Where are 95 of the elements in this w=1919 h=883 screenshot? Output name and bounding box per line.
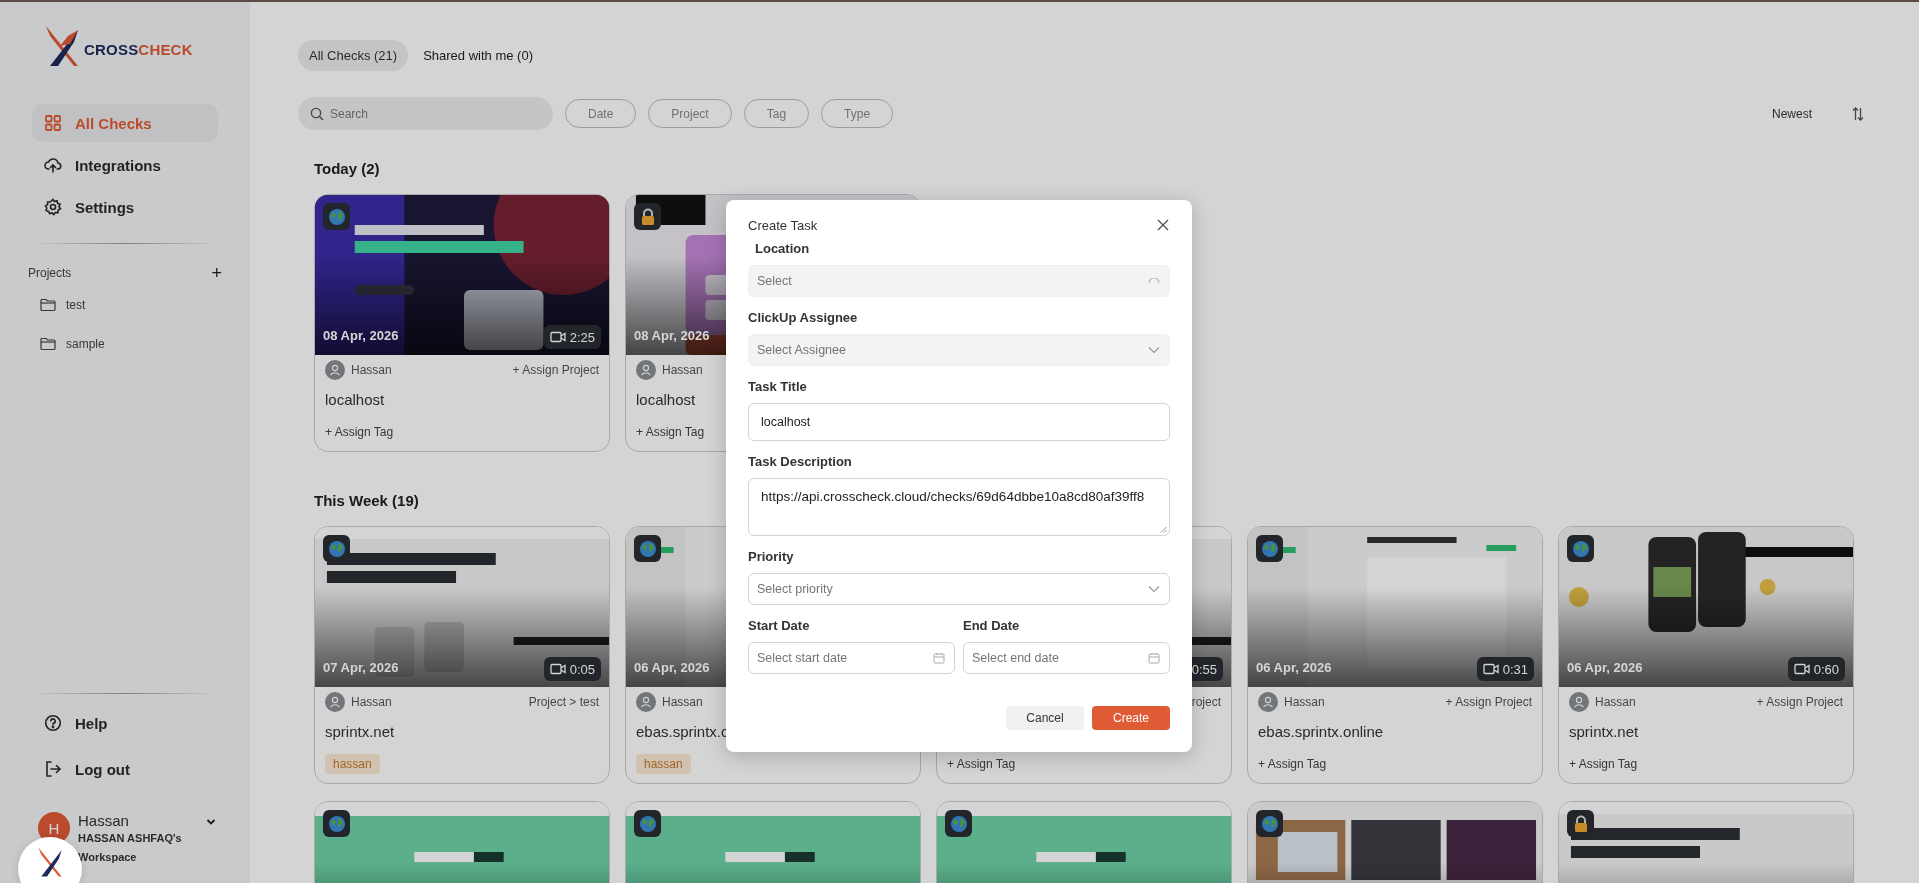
check-date: 06 Apr, 2026 xyxy=(1256,660,1332,675)
check-card[interactable]: 07 Apr, 2026 0:05 Hassan Project > test sprintx.net hassan xyxy=(314,526,610,784)
chevron-icon xyxy=(206,818,216,826)
project-link[interactable]: Project > test xyxy=(528,695,599,709)
calendar-icon xyxy=(933,652,945,664)
assign-tag-link[interactable]: + Assign Tag xyxy=(947,757,1016,771)
description-field[interactable]: https://api.crosscheck.cloud/checks/69d64dbbe10a8cd80af39ff8 xyxy=(748,478,1170,536)
dialog-title: Create Task xyxy=(748,217,818,233)
check-date: 08 Apr, 2026 xyxy=(634,328,710,343)
nav-item[interactable]: Log out xyxy=(32,750,218,788)
author-name: Hassan xyxy=(662,695,703,709)
cloud-upload-icon xyxy=(44,156,62,174)
nav-item[interactable]: Integrations xyxy=(32,146,218,184)
check-title: localhost xyxy=(325,391,386,408)
create-button[interactable]: Create xyxy=(1092,706,1170,730)
user-avatar-icon xyxy=(1258,692,1278,712)
user-name: Hassan xyxy=(78,812,130,829)
logout-icon xyxy=(44,760,62,778)
cancel-button[interactable]: Cancel xyxy=(1006,706,1084,730)
duration-badge: 0:60 xyxy=(1787,657,1845,681)
date-field[interactable]: Select end date xyxy=(963,642,1170,674)
author-name: Hassan xyxy=(351,695,392,709)
check-card[interactable]: 06 Apr, 2026 0:31 Hassan + Assign Project ebas.sprintx.online + Assign Tag xyxy=(1247,526,1543,784)
filter-chip[interactable]: Project xyxy=(648,99,732,128)
resize-grip-icon[interactable] xyxy=(1160,526,1167,533)
nav-item[interactable]: Settings xyxy=(32,188,218,226)
tab[interactable]: All Checks (21) xyxy=(298,40,409,71)
calendar-icon xyxy=(1148,652,1160,664)
field-label: ClickUp Assignee xyxy=(748,310,859,325)
duration-badge: 2:25 xyxy=(543,325,601,349)
date-field[interactable]: Select start date xyxy=(748,642,955,674)
check-title: ebas.sprintx.c xyxy=(636,723,730,740)
author-name: Hassan xyxy=(351,363,392,377)
check-title: ebas.sprintx.online xyxy=(1258,723,1385,740)
section-heading: Projects xyxy=(28,266,72,280)
author-name: Hassan xyxy=(1284,695,1325,709)
sort-dropdown[interactable]: Newest xyxy=(1766,105,1818,122)
folder-icon xyxy=(40,337,56,351)
project-link[interactable]: + Assign Project xyxy=(512,363,599,377)
field-label: End Date xyxy=(963,618,1021,633)
field-label: Priority xyxy=(748,549,795,564)
user-avatar-icon xyxy=(636,360,656,380)
project-link[interactable]: + Assign Project xyxy=(1445,695,1532,709)
user-avatar-icon xyxy=(1569,692,1589,712)
check-card[interactable]: 08 Apr, 2026 2:25 Hassan + Assign Project localhost + Assign Tag xyxy=(314,194,610,452)
check-title: sprintx.net xyxy=(325,723,396,740)
video-icon xyxy=(1482,663,1499,675)
assign-tag-link[interactable]: + Assign Tag xyxy=(1258,757,1327,771)
check-date: 08 Apr, 2026 xyxy=(323,328,399,343)
nav-item[interactable]: Help xyxy=(32,704,218,742)
video-icon xyxy=(1793,663,1810,675)
project-item[interactable]: sample xyxy=(32,329,218,359)
field-label: Start Date xyxy=(748,618,811,633)
video-icon xyxy=(549,663,566,675)
check-date: 06 Apr, 2026 xyxy=(634,660,710,675)
sort-icon[interactable] xyxy=(1852,106,1864,121)
check-card[interactable]: 06 Apr, 2026 0:60 Hassan + Assign Project sprintx.net + Assign Tag xyxy=(1558,526,1854,784)
filter-chip[interactable]: Type xyxy=(821,99,894,128)
tab[interactable]: Shared with me (0) xyxy=(412,40,544,71)
search-field[interactable]: Search xyxy=(298,97,553,130)
section-heading: This Week (19) xyxy=(314,492,419,509)
check-date: 06 Apr, 2026 xyxy=(1567,660,1643,675)
video-icon xyxy=(549,331,566,343)
project-link[interactable]: roject xyxy=(1191,695,1221,709)
task-title-field[interactable]: localhost xyxy=(748,403,1170,441)
author-name: Hassan xyxy=(662,363,703,377)
logo-icon xyxy=(36,846,64,878)
user-avatar-icon xyxy=(325,360,345,380)
duration-badge: 0:05 xyxy=(543,657,601,681)
duration-badge: 0:31 xyxy=(1476,657,1534,681)
settings-icon xyxy=(44,198,62,216)
user-avatar-icon xyxy=(636,692,656,712)
folder-icon xyxy=(40,298,56,312)
search-icon xyxy=(310,107,324,121)
user-avatar-icon xyxy=(325,692,345,712)
workspace-name: HASSAN ASHFAQ's Workspace xyxy=(78,831,183,865)
assign-tag-link[interactable]: + Assign Tag xyxy=(325,425,394,439)
help-icon xyxy=(44,714,62,732)
field-label: Task Description xyxy=(748,454,853,469)
project-item[interactable]: test xyxy=(32,290,218,320)
add-project-button[interactable]: + xyxy=(211,264,222,282)
check-date: 07 Apr, 2026 xyxy=(323,660,399,675)
logo-wordmark: CROSSCHECK xyxy=(84,40,193,58)
field-label: Task Title xyxy=(748,379,808,394)
grid-icon xyxy=(44,114,62,132)
author-name: Hassan xyxy=(1595,695,1636,709)
field-label: Location xyxy=(754,241,811,256)
assign-tag-link[interactable]: + Assign Tag xyxy=(636,425,705,439)
project-link[interactable]: + Assign Project xyxy=(1756,695,1843,709)
section-heading: Today (2) xyxy=(314,160,380,177)
assign-tag-link[interactable]: + Assign Tag xyxy=(1569,757,1638,771)
check-title: sprintx.net xyxy=(1569,723,1640,740)
check-title: localhost xyxy=(636,391,697,408)
select-field[interactable]: Select priority xyxy=(748,573,1170,605)
close-icon[interactable] xyxy=(1156,218,1170,232)
